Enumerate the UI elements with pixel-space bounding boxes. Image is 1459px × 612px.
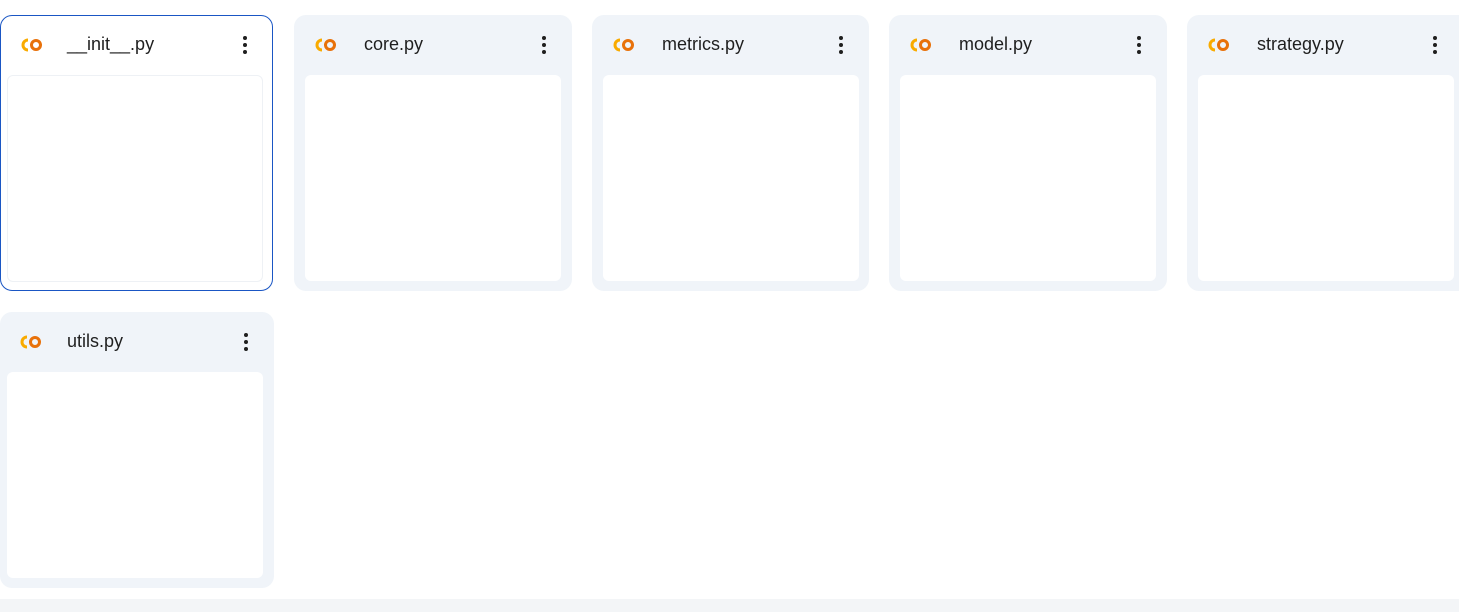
dot-icon — [839, 43, 843, 47]
file-preview[interactable] — [7, 75, 263, 282]
file-card[interactable]: strategy.py — [1187, 15, 1459, 291]
dot-icon — [244, 340, 248, 344]
file-card-header: model.py — [889, 15, 1167, 75]
file-card-header: utils.py — [0, 312, 274, 372]
more-options-button[interactable] — [829, 31, 853, 59]
dot-icon — [243, 43, 247, 47]
file-name: model.py — [959, 34, 1033, 54]
file-grid: __init__.py core.py metrics.py model.py … — [0, 15, 1459, 590]
file-name: metrics.py — [662, 34, 745, 54]
file-card[interactable]: metrics.py — [592, 15, 869, 291]
more-options-button[interactable] — [532, 31, 556, 59]
dot-icon — [542, 43, 546, 47]
file-name: core.py — [364, 34, 424, 54]
colab-icon — [315, 38, 336, 52]
colab-icon — [613, 38, 634, 52]
dot-icon — [243, 50, 247, 54]
dot-icon — [839, 50, 843, 54]
file-card[interactable]: __init__.py — [0, 15, 273, 291]
file-card[interactable]: model.py — [889, 15, 1167, 291]
file-preview[interactable] — [7, 372, 263, 578]
dot-icon — [1137, 36, 1141, 40]
file-card-header: strategy.py — [1187, 15, 1459, 75]
dot-icon — [542, 50, 546, 54]
file-preview[interactable] — [603, 75, 859, 281]
dot-icon — [1433, 36, 1437, 40]
dot-icon — [244, 333, 248, 337]
file-preview[interactable] — [1198, 75, 1454, 281]
file-preview[interactable] — [305, 75, 561, 281]
dot-icon — [1433, 43, 1437, 47]
bottom-scroll-area — [0, 599, 1459, 612]
dot-icon — [244, 347, 248, 351]
colab-icon — [21, 38, 42, 52]
more-options-button[interactable] — [1423, 31, 1447, 59]
file-name: strategy.py — [1257, 34, 1344, 54]
more-options-button[interactable] — [234, 328, 258, 356]
colab-icon — [910, 38, 931, 52]
file-name: __init__.py — [67, 34, 155, 54]
file-card-header: core.py — [294, 15, 572, 75]
more-options-button[interactable] — [233, 31, 257, 59]
dot-icon — [1137, 50, 1141, 54]
file-name: utils.py — [67, 331, 124, 351]
colab-icon — [1208, 38, 1229, 52]
colab-icon — [20, 335, 41, 349]
dot-icon — [1433, 50, 1437, 54]
file-card[interactable]: utils.py — [0, 312, 274, 588]
file-card-header: metrics.py — [592, 15, 869, 75]
dot-icon — [542, 36, 546, 40]
more-options-button[interactable] — [1127, 31, 1151, 59]
dot-icon — [839, 36, 843, 40]
dot-icon — [243, 36, 247, 40]
file-preview[interactable] — [900, 75, 1156, 281]
dot-icon — [1137, 43, 1141, 47]
file-card-header: __init__.py — [1, 16, 272, 76]
file-card[interactable]: core.py — [294, 15, 572, 291]
